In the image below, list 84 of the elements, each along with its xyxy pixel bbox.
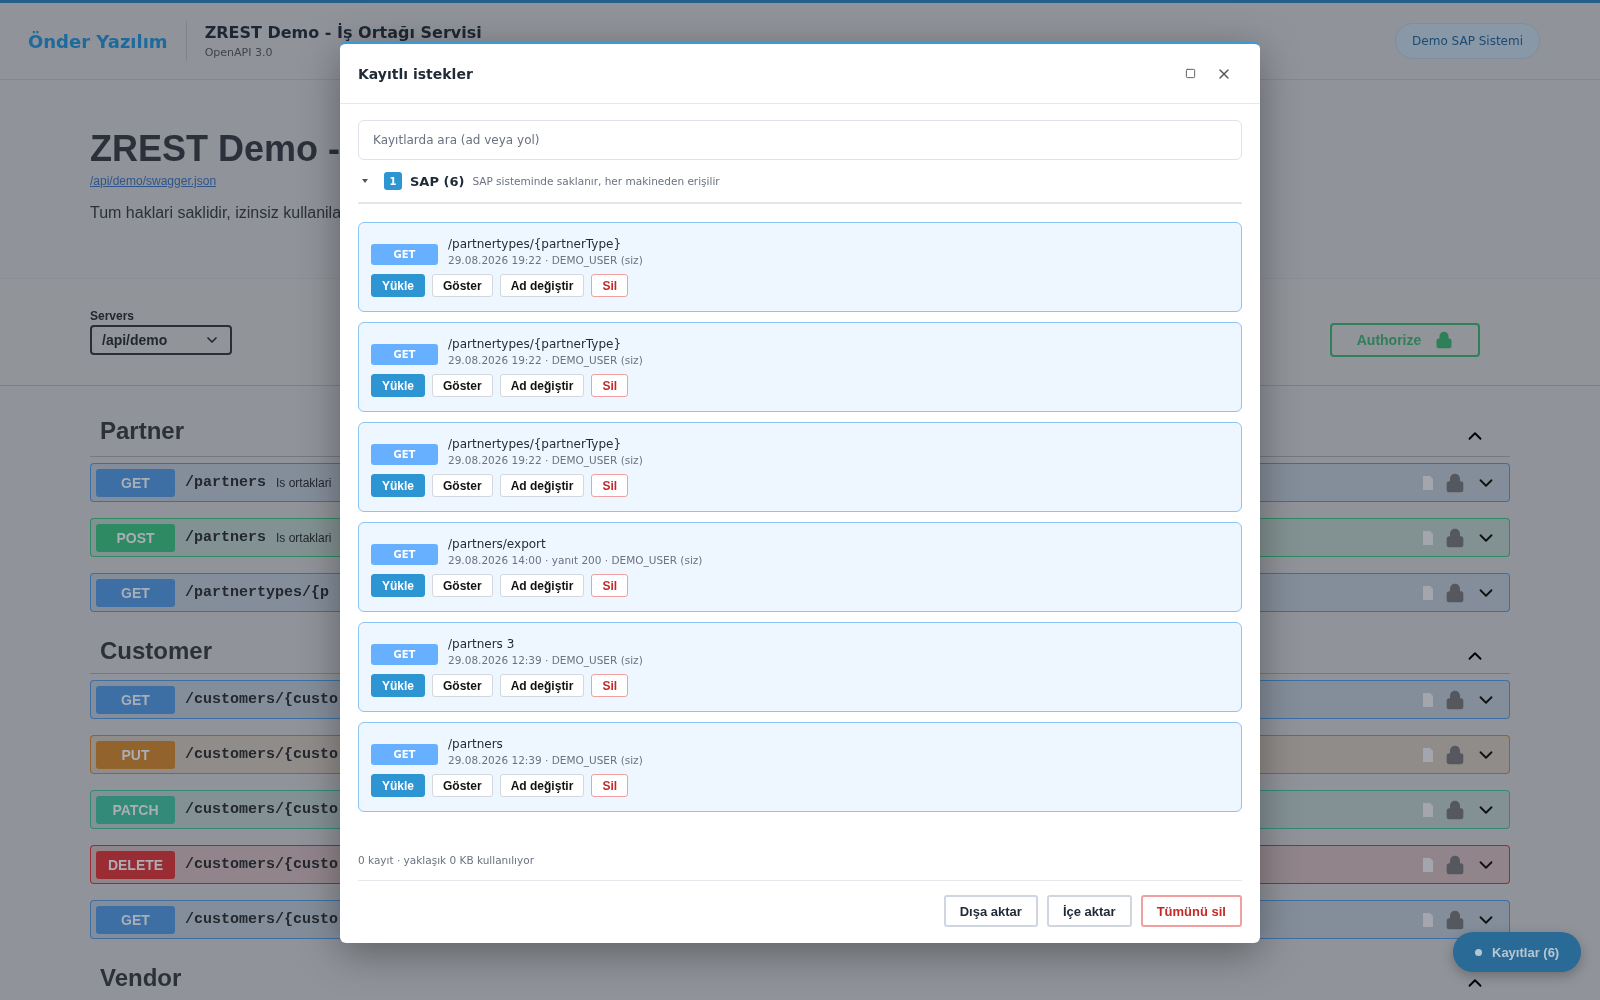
group-note: SAP sisteminde saklanır, her makineden erişilir	[472, 175, 720, 187]
action-button[interactable]: Göster	[432, 274, 493, 297]
action-button[interactable]: Ad değiştir	[499, 774, 585, 797]
request-meta: 29.08.2026 12:39 · DEMO_USER (siz)	[448, 654, 643, 666]
request-meta: 29.08.2026 19:22 · DEMO_USER (siz)	[448, 354, 643, 366]
action-button[interactable]: Ad değiştir	[499, 274, 585, 297]
request-path: /partnertypes/{partnerType}	[448, 237, 623, 251]
request-path: /partners 3	[448, 637, 516, 651]
action-button[interactable]: Göster	[432, 474, 493, 497]
footer-button[interactable]: İçe aktar	[1046, 895, 1132, 927]
request-meta: 29.08.2026 19:22 · DEMO_USER (siz)	[448, 454, 643, 466]
method-badge: PATCH	[96, 795, 175, 824]
operation-path: /customers/{custo	[185, 801, 339, 818]
method-badge: GET	[96, 578, 175, 607]
servers-label: Servers	[90, 309, 136, 323]
footer-button[interactable]: Dışa aktar	[943, 895, 1038, 927]
request-meta: 29.08.2026 19:22 · DEMO_USER (siz)	[448, 254, 643, 266]
action-button[interactable]: Ad değiştir	[499, 574, 585, 597]
method-badge: GET	[371, 244, 438, 265]
lock-icon	[1435, 331, 1454, 349]
method-badge: GET	[96, 905, 175, 934]
method-badge: GET	[96, 685, 175, 714]
storage-note: 0 kayıt · yaklaşık 0 KB kullanılıyor	[358, 854, 1242, 881]
operation-path: /partners	[185, 529, 266, 546]
request-meta: 29.08.2026 12:39 · DEMO_USER (siz)	[448, 754, 643, 766]
records-button[interactable]: Kayıtlar (6)	[1453, 932, 1582, 972]
operation-summary: Is ortaklari	[276, 530, 332, 545]
request-meta: 29.08.2026 14:00 · yanıt 200 · DEMO_USER (siz)	[448, 554, 703, 566]
action-button[interactable]: Göster	[432, 774, 493, 797]
action-button[interactable]: Göster	[432, 574, 493, 597]
action-button[interactable]: Ad değiştir	[499, 674, 585, 697]
action-button[interactable]: Sil	[591, 274, 629, 297]
operation-path: /customers/{custo	[185, 856, 339, 873]
request-path: /partnertypes/{partnerType}	[448, 437, 623, 451]
action-button[interactable]: Sil	[591, 674, 629, 697]
operation-path: /customers/{custo	[185, 691, 339, 708]
operation-path: /partners	[185, 474, 266, 491]
api-title: ZREST Demo - İş Ortağı Servisi	[204, 23, 483, 42]
method-badge: GET	[96, 468, 175, 497]
method-badge: GET	[371, 644, 438, 665]
action-button[interactable]: Yükle	[371, 674, 425, 697]
server-select[interactable]: /api/demo	[90, 325, 232, 355]
action-button[interactable]: Sil	[591, 474, 629, 497]
action-button[interactable]: Sil	[591, 574, 629, 597]
info-description: Tum haklari saklidir, izinsiz kullanila	[90, 204, 342, 222]
caret-icon[interactable]	[362, 179, 368, 183]
action-button[interactable]: Yükle	[371, 474, 425, 497]
section-title[interactable]: Vendor	[100, 963, 182, 992]
operation-path: /customers/{custo	[185, 746, 339, 763]
request-path: /partnertypes/{partnerType}	[448, 337, 623, 351]
search-field[interactable]: Kayıtlarda ara (ad veya yol)	[358, 120, 1242, 160]
operation-summary: Is ortaklari	[276, 475, 332, 490]
action-button[interactable]: Sil	[591, 774, 629, 797]
method-badge: GET	[371, 444, 438, 465]
action-button[interactable]: Göster	[432, 374, 493, 397]
operation-path: /customers/{custo	[185, 911, 339, 928]
action-button[interactable]: Yükle	[371, 574, 425, 597]
action-button[interactable]: Ad değiştir	[499, 374, 585, 397]
request-path: /partners/export	[448, 537, 547, 551]
action-button[interactable]: Ad değiştir	[499, 474, 585, 497]
action-button[interactable]: Yükle	[371, 374, 425, 397]
request-path: /partners	[448, 737, 504, 751]
count-badge: 1	[384, 172, 402, 190]
api-version: OpenAPI 3.0	[204, 46, 274, 59]
system-badge[interactable]: Demo SAP Sistemi	[1395, 23, 1540, 59]
method-badge: GET	[371, 744, 438, 765]
method-badge: GET	[371, 544, 438, 565]
group-name[interactable]: SAP (6)	[410, 173, 465, 189]
brand-name: Önder Yazılım	[28, 21, 187, 61]
section-title[interactable]: Partner	[100, 416, 185, 445]
section-title[interactable]: Customer	[100, 636, 213, 665]
dialog-title: Kayıtlı istekler	[358, 65, 474, 82]
maximize-icon[interactable]	[1183, 66, 1198, 81]
method-badge: DELETE	[96, 850, 175, 879]
action-button[interactable]: Sil	[591, 374, 629, 397]
info-title: ZREST Demo -	[90, 128, 340, 170]
method-badge: GET	[371, 344, 438, 365]
action-button[interactable]: Yükle	[371, 274, 425, 297]
footer-button[interactable]: Tümünü sil	[1140, 895, 1242, 927]
method-badge: POST	[96, 523, 175, 552]
method-badge: PUT	[96, 740, 175, 769]
action-button[interactable]: Göster	[432, 674, 493, 697]
operation-path: /partnertypes/{p	[185, 584, 330, 601]
action-button[interactable]: Yükle	[371, 774, 425, 797]
